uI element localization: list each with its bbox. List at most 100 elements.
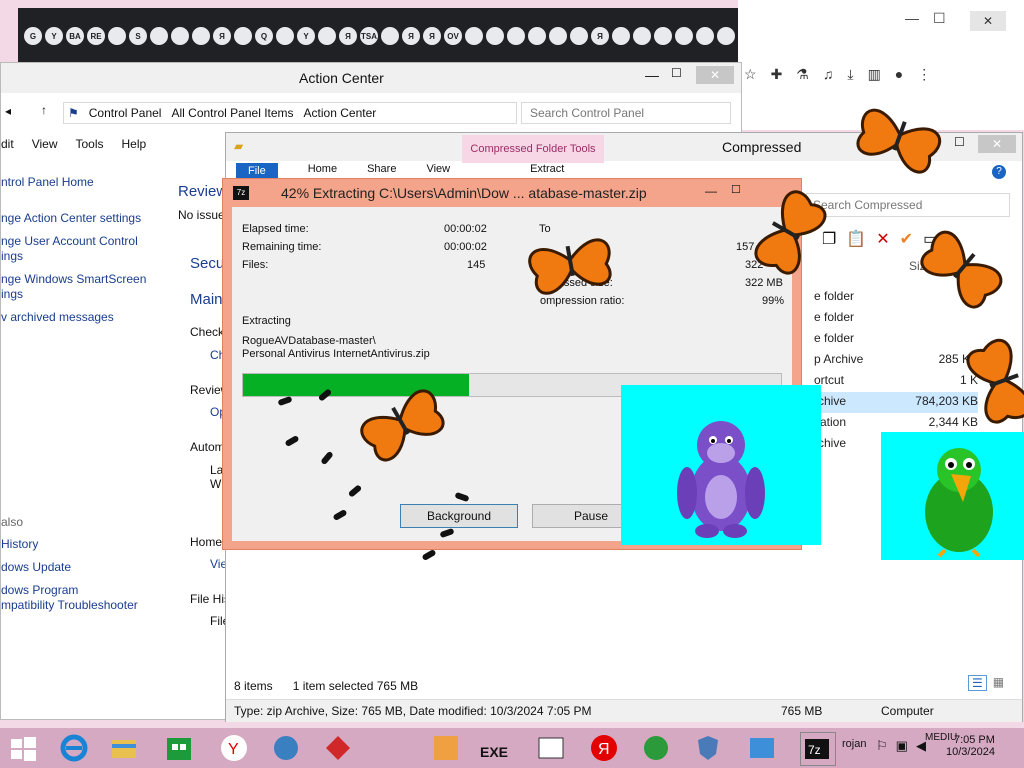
browser-tab[interactable]: S bbox=[129, 27, 147, 45]
maximize-icon[interactable]: ☐ bbox=[933, 10, 946, 27]
search-input[interactable]: Search Compressed bbox=[806, 193, 1010, 217]
file-row[interactable]: p Archive 285 KB bbox=[814, 350, 978, 371]
file-row[interactable]: cation 2,344 KB bbox=[814, 413, 978, 434]
change-uac-settings-link[interactable]: nge User Account Control bbox=[1, 234, 138, 248]
browser-tab[interactable] bbox=[465, 27, 483, 45]
change-uac-settings-link-line2[interactable]: ings bbox=[1, 249, 23, 263]
lab-icon[interactable]: ⚗ bbox=[796, 66, 809, 83]
network-icon[interactable]: ▣ bbox=[896, 738, 908, 754]
file-row[interactable]: rchive 784,203 KB bbox=[814, 392, 978, 413]
search-input[interactable]: Search Control Panel bbox=[521, 102, 731, 124]
flag-icon[interactable]: ⚐ bbox=[876, 738, 888, 754]
yandex-browser-icon[interactable]: Y bbox=[218, 732, 252, 764]
security-section[interactable]: Secu bbox=[190, 255, 224, 272]
shield-icon[interactable] bbox=[692, 732, 726, 764]
menu-tools[interactable]: Tools bbox=[75, 137, 103, 151]
browser-tab[interactable] bbox=[696, 27, 714, 45]
help-icon[interactable]: ? bbox=[992, 165, 1006, 179]
up-arrow-icon[interactable]: ↑ bbox=[41, 103, 47, 117]
download-icon[interactable]: ⤓ bbox=[847, 66, 853, 83]
tiles-view-icon[interactable]: ▦ bbox=[993, 675, 1004, 691]
maximize-icon[interactable]: ☐ bbox=[671, 66, 682, 80]
breadcrumb[interactable]: ⚑ Control Panel All Control Panel Items … bbox=[63, 102, 517, 124]
maintenance-section[interactable]: Main bbox=[190, 291, 223, 308]
browser-tab[interactable]: Y bbox=[297, 27, 315, 45]
browser-tab[interactable] bbox=[633, 27, 651, 45]
minimize-icon[interactable]: — bbox=[645, 67, 659, 83]
7zip-taskbar-icon[interactable]: 7z bbox=[800, 732, 836, 766]
properties-icon[interactable]: ● bbox=[948, 229, 958, 249]
download-manager-icon[interactable] bbox=[640, 732, 674, 764]
app-globe-icon[interactable] bbox=[270, 732, 304, 764]
check-icon[interactable]: ✔ bbox=[900, 229, 913, 249]
maximize-icon[interactable]: ☐ bbox=[731, 183, 741, 196]
file-row[interactable]: e folder bbox=[814, 329, 978, 350]
start-windows-icon[interactable] bbox=[8, 732, 42, 764]
browser-tab[interactable] bbox=[150, 27, 168, 45]
file-row[interactable]: e folder bbox=[814, 287, 978, 308]
app-red-icon[interactable] bbox=[322, 732, 356, 764]
change-smartscreen-link-line2[interactable]: ings bbox=[1, 287, 23, 301]
yandex-icon[interactable]: Я bbox=[588, 732, 622, 764]
rename-icon[interactable]: ▭ bbox=[923, 229, 938, 249]
app-search-icon[interactable] bbox=[430, 732, 464, 764]
browser-tab[interactable]: BA bbox=[66, 27, 84, 45]
browser-tab[interactable] bbox=[108, 27, 126, 45]
browser-tab[interactable] bbox=[192, 27, 210, 45]
browser-tab[interactable]: Y bbox=[45, 27, 63, 45]
bookmark-star-icon[interactable]: ☆ bbox=[744, 66, 757, 83]
browser-tab[interactable]: Я bbox=[591, 27, 609, 45]
browser-tab[interactable]: Я bbox=[423, 27, 441, 45]
browser-tab[interactable] bbox=[654, 27, 672, 45]
minimize-icon[interactable]: — bbox=[705, 184, 717, 198]
browser-tab[interactable] bbox=[675, 27, 693, 45]
minimize-icon[interactable]: — bbox=[905, 10, 919, 27]
browser-tab[interactable] bbox=[570, 27, 588, 45]
app-window-icon[interactable] bbox=[535, 732, 569, 764]
browser-tab[interactable]: OV bbox=[444, 27, 462, 45]
browser-tab[interactable]: TSA bbox=[360, 27, 378, 45]
background-button[interactable]: Background bbox=[400, 504, 518, 528]
browser-tab[interactable] bbox=[528, 27, 546, 45]
browser-tab[interactable] bbox=[549, 27, 567, 45]
browser-tab[interactable] bbox=[276, 27, 294, 45]
browser-tab[interactable] bbox=[507, 27, 525, 45]
breadcrumb-item[interactable]: All Control Panel Items bbox=[171, 106, 293, 120]
internet-explorer-icon[interactable] bbox=[58, 732, 92, 764]
browser-tab[interactable] bbox=[486, 27, 504, 45]
file-explorer-icon[interactable] bbox=[108, 732, 142, 764]
size-column-header[interactable]: Size bbox=[909, 259, 932, 273]
back-arrow-icon[interactable]: ◂ bbox=[5, 104, 11, 118]
program-compatibility-link[interactable]: dows Program bbox=[1, 583, 78, 597]
control-panel-icon[interactable] bbox=[746, 732, 780, 764]
program-compatibility-link-line2[interactable]: mpatibility Troubleshooter bbox=[1, 598, 138, 612]
chrome-close-button[interactable]: ✕ bbox=[970, 11, 1006, 31]
browser-tab[interactable]: Я bbox=[402, 27, 420, 45]
file-row[interactable]: ortcut 1 K bbox=[814, 371, 978, 392]
delete-icon[interactable]: ✕ bbox=[876, 229, 889, 249]
menu-icon[interactable]: ⋮ bbox=[917, 66, 931, 83]
control-panel-home-link[interactable]: ntrol Panel Home bbox=[1, 175, 94, 189]
breadcrumb-item[interactable]: Action Center bbox=[304, 106, 377, 120]
exe-app-icon[interactable]: EXE bbox=[480, 732, 514, 764]
browser-tab[interactable] bbox=[171, 27, 189, 45]
profile-icon[interactable]: ● bbox=[895, 66, 903, 82]
browser-tab[interactable] bbox=[234, 27, 252, 45]
browser-tab[interactable]: Я bbox=[213, 27, 231, 45]
extensions-icon[interactable]: ✚ bbox=[771, 66, 783, 83]
file-history-link[interactable]: History bbox=[1, 537, 38, 551]
paste-icon[interactable]: 📋 bbox=[846, 229, 866, 249]
details-view-icon[interactable]: ☰ bbox=[968, 675, 987, 691]
side-panel-icon[interactable]: ▥ bbox=[868, 66, 881, 83]
media-icon[interactable]: ♫ bbox=[823, 66, 834, 82]
maximize-icon[interactable]: ☐ bbox=[954, 135, 965, 149]
browser-tab[interactable]: RE bbox=[87, 27, 105, 45]
compressed-folder-tools-tab[interactable]: Compressed Folder Tools bbox=[462, 135, 604, 163]
menu-help[interactable]: Help bbox=[122, 137, 147, 151]
change-smartscreen-link[interactable]: nge Windows SmartScreen bbox=[1, 272, 146, 286]
browser-tab[interactable] bbox=[318, 27, 336, 45]
menu-view[interactable]: View bbox=[32, 137, 58, 151]
breadcrumb-item[interactable]: Control Panel bbox=[89, 106, 162, 120]
windows-update-link[interactable]: dows Update bbox=[1, 560, 71, 574]
copy-icon[interactable]: ❐ bbox=[822, 229, 836, 249]
